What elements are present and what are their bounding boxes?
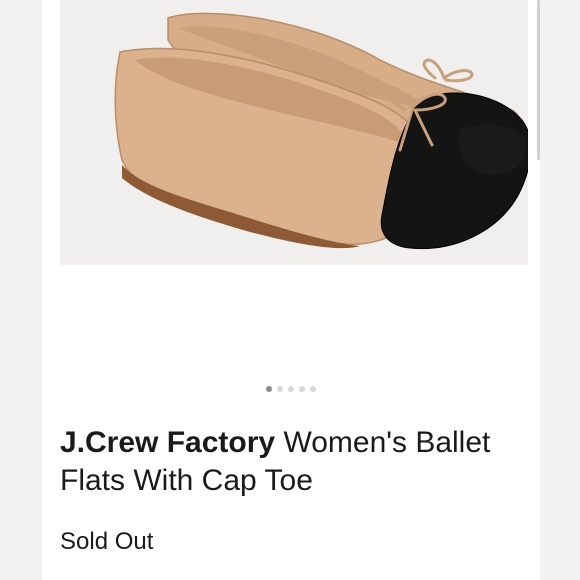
product-card: J.Crew Factory Women's Ballet Flats With… [42,0,540,580]
product-brand: J.Crew Factory [60,426,276,459]
page-scrollbar[interactable] [537,0,540,160]
ballet-flats-illustration [114,12,528,250]
product-title: J.Crew Factory Women's Ballet Flats With… [60,424,520,500]
carousel-dot-5[interactable] [310,386,316,392]
carousel-dot-4[interactable] [299,386,305,392]
carousel-dot-3[interactable] [288,386,294,392]
availability-status: Sold Out [60,528,154,555]
carousel-dot-2[interactable] [277,386,283,392]
carousel-dot-1[interactable] [266,386,272,392]
product-image[interactable] [60,0,528,265]
carousel-pagination [42,386,540,392]
